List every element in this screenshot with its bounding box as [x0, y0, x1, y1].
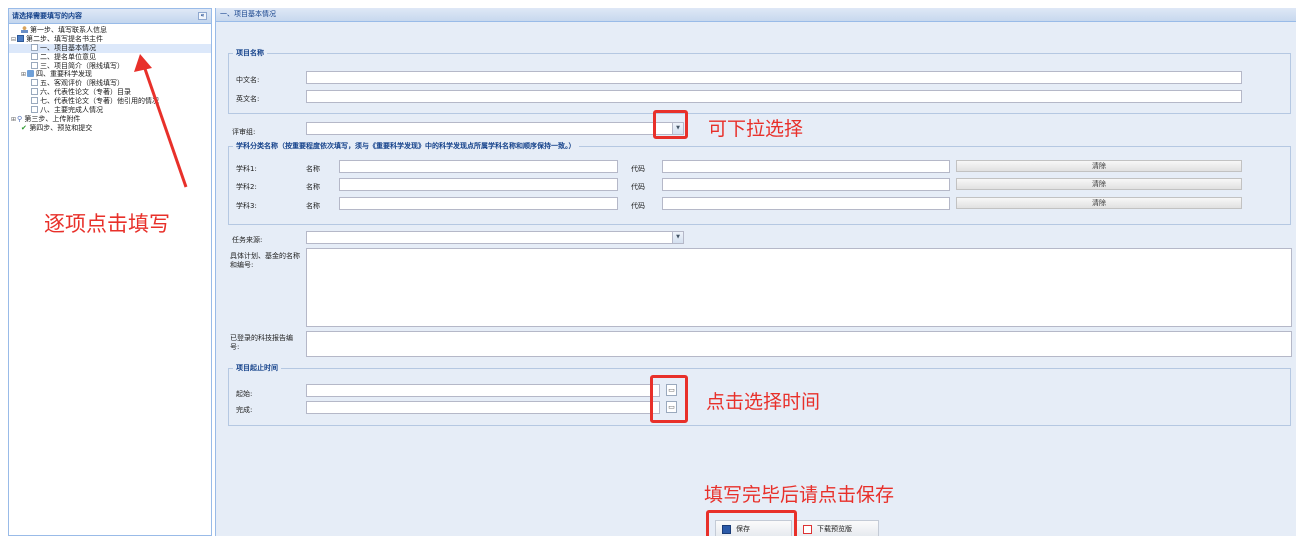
tech-report-label: 已登录的科技报告编号:: [230, 334, 293, 351]
form-panel: 一、项目基本情况 项目名称 中文名: 英文名: 评审组: ▼ 学科分类名称（按重…: [215, 8, 1296, 536]
save-hint: 填写完毕后请点击保存: [704, 484, 895, 506]
discipline-code-input[interactable]: [662, 160, 950, 173]
english-name-input[interactable]: [306, 90, 1242, 103]
tree-panel-title: 请选择需要填写的内容: [12, 12, 82, 20]
tree-item-label: 第二步、填写提名书主件: [26, 34, 103, 43]
start-date-label: 起始:: [236, 390, 253, 398]
task-source-label: 任务来源:: [232, 236, 263, 244]
review-group-label: 评审组:: [232, 128, 256, 136]
tree-item-label: 六、代表性论文（专著）目录: [40, 88, 131, 97]
tree-panel-header: 请选择需要填写的内容 «: [9, 9, 211, 24]
doc-icon: [31, 106, 38, 114]
discipline-legend: 学科分类名称（按重要程度依次填写，须与《重要科学发现》中的科学发现点所属学科名称…: [236, 142, 576, 150]
form-panel-title: 一、项目基本情况: [220, 10, 276, 18]
discipline-code-label: 代码: [631, 165, 645, 173]
tech-report-input[interactable]: [306, 331, 1292, 357]
fill-each-hint: 逐项点击填写: [44, 212, 170, 236]
discipline-code-label: 代码: [631, 183, 645, 191]
tree-item-label: 第四步、预览和提交: [29, 123, 93, 132]
discipline-code-label: 代码: [631, 202, 645, 210]
doc-icon: [31, 97, 38, 105]
tree-item[interactable]: 第一步、填写联系人信息: [9, 26, 211, 35]
discipline-clear-button[interactable]: 清除: [956, 160, 1242, 172]
pdf-icon: [803, 525, 812, 534]
task-source-select[interactable]: ▼: [306, 231, 684, 244]
tree-item-label: 四、重要科学发现: [36, 70, 92, 79]
discipline-code-input[interactable]: [662, 197, 950, 210]
discipline-name-input[interactable]: [339, 197, 618, 210]
doc-icon: [31, 43, 38, 51]
doc-icon: [31, 61, 38, 69]
download-preview-button[interactable]: 下载预览版: [796, 520, 879, 536]
task-source-dropdown-arrow-icon[interactable]: ▼: [672, 232, 683, 243]
chinese-name-input[interactable]: [306, 71, 1242, 84]
tree-item-label: 第三步、上传附件: [24, 114, 81, 123]
download-preview-label: 下载预览版: [817, 525, 852, 533]
user-icon: [21, 26, 28, 33]
project-name-legend: 项目名称: [236, 49, 264, 57]
select-time-hint: 点击选择时间: [706, 391, 821, 413]
project-period-legend: 项目起止时间: [236, 364, 278, 372]
dropdown-highlight-box: [653, 110, 688, 139]
plan-fund-textarea[interactable]: [306, 248, 1292, 327]
doc-icon: [31, 79, 38, 87]
discipline-row-label: 学科2:: [236, 183, 257, 191]
discipline-name-label: 名称: [306, 183, 320, 191]
plan-fund-label: 具体计划、基金的名称和编号:: [230, 252, 300, 269]
review-group-select[interactable]: ▼: [306, 122, 684, 135]
discipline-row-label: 学科1:: [236, 165, 257, 173]
discipline-clear-button[interactable]: 清除: [956, 178, 1242, 190]
date-picker-highlight-box: [650, 375, 688, 423]
collapse-panel-button[interactable]: «: [198, 12, 207, 20]
discipline-name-input[interactable]: [339, 178, 618, 191]
tree-item-label: 二、提名单位意见: [40, 52, 96, 61]
fill-each-arrow: [134, 54, 188, 188]
discipline-row-label: 学科3:: [236, 202, 257, 210]
book-icon: [17, 34, 24, 42]
save-highlight-box: [706, 510, 797, 536]
discipline-clear-button[interactable]: 清除: [956, 197, 1242, 209]
start-date-input[interactable]: [306, 384, 660, 397]
end-date-input[interactable]: [306, 401, 660, 414]
tree-item-label: 第一步、填写联系人信息: [30, 26, 107, 34]
dropdown-hint: 可下拉选择: [708, 118, 804, 140]
discipline-name-label: 名称: [306, 165, 320, 173]
tree-item-label: 八、主要完成人情况: [40, 106, 103, 115]
doc-icon: [31, 88, 38, 96]
doc-icon: [31, 52, 38, 60]
form-panel-header: 一、项目基本情况: [216, 8, 1296, 22]
tree-item[interactable]: ⊟ 第二步、填写提名书主件: [9, 34, 211, 44]
discipline-name-label: 名称: [306, 202, 320, 210]
tree-item-label: 三、项目简介（限线填写）: [40, 61, 124, 70]
tree-item-label: 五、客观评价（限线填写）: [40, 79, 124, 88]
tree-item-label: 一、项目基本情况: [40, 43, 96, 52]
discipline-code-input[interactable]: [662, 178, 950, 191]
folder-icon: [27, 70, 34, 78]
discipline-name-input[interactable]: [339, 160, 618, 173]
chinese-name-label: 中文名:: [236, 76, 260, 84]
end-date-label: 完成:: [236, 406, 253, 414]
english-name-label: 英文名:: [236, 95, 260, 103]
